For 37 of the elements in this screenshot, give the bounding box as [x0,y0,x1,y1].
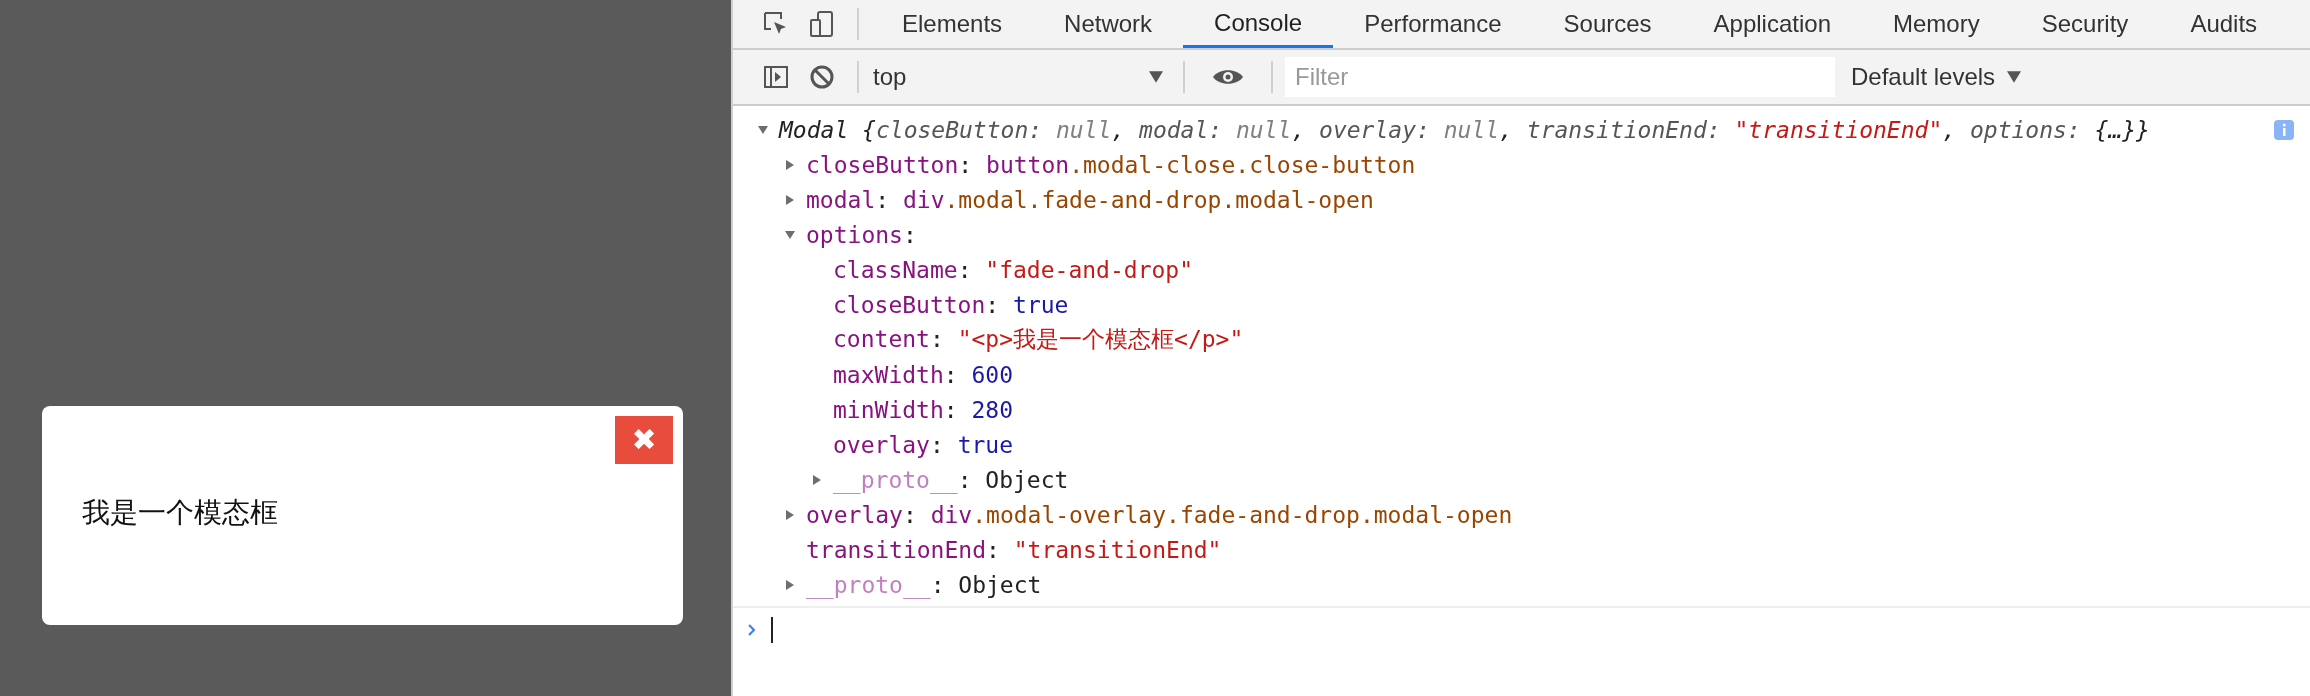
expanded-triangle-icon[interactable] [784,228,796,241]
prompt-chevron-icon [747,623,757,637]
filter-field[interactable]: Filter [1285,57,1835,97]
collapsed-triangle-icon[interactable] [784,508,796,521]
close-button[interactable]: ✖ [615,416,673,464]
property-line: options: [806,221,917,248]
caret-icon [2007,71,2022,83]
tab[interactable]: Network [1033,0,1184,48]
levels-dropdown[interactable]: Default levels [1851,63,2022,91]
collapsed-triangle-icon[interactable] [784,578,796,591]
tab[interactable]: Performance [1333,0,1533,48]
property-line: overlay: div.modal-overlay.fade-and-drop.modal-open [806,501,1513,528]
tab[interactable]: Sources [1532,0,1683,48]
property-line: __proto__: Object [806,571,1042,598]
tab[interactable]: Application [1682,0,1862,48]
tab[interactable]: Memory [1862,0,2011,48]
property-line: minWidth: 280 [833,396,1014,423]
property-line: modal: div.modal.fade-and-drop.modal-open [806,186,1374,213]
collapsed-triangle-icon[interactable] [784,193,796,206]
tab[interactable]: Elements [871,0,1034,48]
property-line: className: "fade-and-drop" [833,256,1194,283]
expanded-triangle-icon[interactable] [757,123,769,136]
tab[interactable]: Audits [2159,0,2289,48]
property-line: overlay: true [833,431,1014,458]
tab[interactable]: Security [2010,0,2160,48]
modal-text: 我是一个模态框 [82,495,278,531]
property-line: maxWidth: 600 [833,361,1014,388]
collapsed-triangle-icon[interactable] [784,158,796,171]
object-preview: Modal {closeButton: null, modal: null, overlay: null, transitionEnd: "transitionEnd", options: {…}} [779,116,2150,143]
caret-icon [1149,71,1163,83]
property-line: transitionEnd: "transitionEnd" [806,536,1222,563]
property-line: content: "<p>我是一个模态框</p>" [833,325,1244,354]
collapsed-triangle-icon[interactable] [811,473,823,486]
property-line: __proto__: Object [833,466,1069,493]
property-line: closeButton: true [833,291,1069,318]
property-line: closeButton: button.modal-close.close-button [806,151,1416,178]
context-select[interactable]: top [871,63,1171,91]
